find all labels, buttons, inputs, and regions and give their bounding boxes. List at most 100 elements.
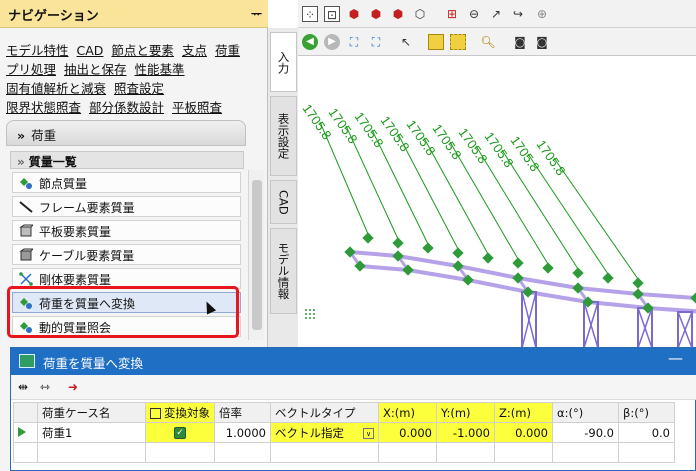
- load-to-mass-dialog: 荷重を質量へ変換 — ⇹ ⇿ ➜ 荷重ケース名 変換対象 倍率 ベクトルタイプ …: [10, 347, 696, 471]
- dialog-title: 荷重を質量へ変換: [43, 356, 144, 371]
- structure-model-drawing: 1705.81705.81705.81705.81705.81705.81705…: [300, 101, 696, 348]
- col-vector-type[interactable]: ベクトルタイプ: [270, 402, 379, 423]
- load-arrow: [527, 153, 609, 275]
- load-section-title: 荷重: [31, 128, 57, 143]
- camera-icon[interactable]: ◙: [512, 34, 528, 50]
- cell-beta[interactable]: 0.0: [618, 422, 675, 443]
- nav-item-cable-mass[interactable]: ケーブル要素質量: [12, 244, 241, 265]
- target-checkbox[interactable]: ✓: [174, 427, 186, 439]
- fit-columns-icon[interactable]: ⇹: [15, 379, 31, 395]
- nav-item-frame-mass[interactable]: フレーム要素質量: [12, 196, 241, 217]
- forward-icon[interactable]: ▶: [324, 34, 340, 50]
- select-node-icon[interactable]: ⛶: [346, 34, 362, 50]
- cell-vector-type[interactable]: ベクトル指定 ∨: [270, 422, 379, 443]
- menu-extract-save[interactable]: 抽出と保存: [64, 62, 127, 77]
- cell-load-case[interactable]: 荷重1: [37, 422, 146, 443]
- rotate-icon[interactable]: ↗: [488, 6, 504, 22]
- nav-item-label: 節点質量: [39, 177, 88, 191]
- menu-check-settings[interactable]: 照査設定: [114, 81, 164, 96]
- navigation-title-bar: ナビゲーション ᅲ: [0, 0, 268, 28]
- select-polygon-icon[interactable]: [450, 34, 466, 50]
- cell-y[interactable]: -1.000: [436, 422, 495, 443]
- cell-target[interactable]: ✓: [145, 422, 215, 443]
- fit-view-icon[interactable]: ⊡: [324, 6, 340, 22]
- top-view-icon[interactable]: ⬡: [412, 6, 428, 22]
- iso-view-icon[interactable]: ⬢: [346, 6, 362, 22]
- load-value-label: 1705.8: [404, 117, 439, 158]
- col-x[interactable]: X:(m): [378, 402, 437, 423]
- axis-grid-dot: [305, 317, 307, 319]
- dialog-title-bar: 荷重を質量へ変換 —: [11, 348, 696, 375]
- navigation-scrollbar[interactable]: [248, 170, 264, 340]
- axis-grid-dot: [309, 317, 311, 319]
- axis-grid-dot: [313, 317, 315, 319]
- mass-list-title: 質量一覧: [28, 155, 77, 169]
- model-viewport[interactable]: 1705.8 1705.8 1705.8 1705.8 1705.8 1705.8 1705…: [298, 56, 696, 348]
- side-view-icon[interactable]: ⬢: [390, 6, 406, 22]
- plate-mass-icon: [19, 224, 33, 237]
- menu-partial-factor-design[interactable]: 部分係数設計: [89, 100, 164, 115]
- tab-input[interactable]: 入力: [270, 32, 297, 92]
- load-value-labels: 1705.81705.81705.81705.81705.81705.81705…: [300, 101, 569, 178]
- pointer-icon[interactable]: ↖: [398, 34, 414, 50]
- pin-icon[interactable]: ᅲ: [251, 5, 262, 22]
- select-element-icon[interactable]: ⛶: [368, 34, 384, 50]
- dialog-app-icon: [19, 354, 35, 368]
- menu-cad[interactable]: CAD: [77, 43, 104, 58]
- dropdown-arrow-icon[interactable]: ∨: [363, 427, 374, 439]
- menu-limit-state-check[interactable]: 限界状態照査: [6, 100, 81, 115]
- col-beta[interactable]: β:(°): [618, 402, 675, 423]
- nav-item-label: フレーム要素質量: [39, 201, 135, 215]
- menu-model-properties[interactable]: モデル特性: [6, 43, 69, 58]
- col-alpha[interactable]: α:(°): [552, 402, 619, 423]
- node-mass-marker: [690, 292, 696, 304]
- cell-x[interactable]: 0.000: [378, 422, 437, 443]
- table-row: 荷重1 ✓ 1.0000 ベクトル指定 ∨ 0.000 -1.000 0.000 …: [13, 422, 675, 443]
- tab-display-settings[interactable]: 表示設定: [270, 96, 297, 176]
- menu-row-1: モデル特性 CAD 節点と要素 支点 荷重: [6, 40, 248, 59]
- node-mass-marker: [512, 257, 524, 269]
- pan-icon[interactable]: ↪: [510, 6, 526, 22]
- export-icon[interactable]: ➜: [65, 379, 81, 395]
- front-view-icon[interactable]: ⬢: [368, 6, 384, 22]
- zoom-out-icon[interactable]: ⊖: [466, 6, 482, 22]
- select-window-icon[interactable]: ⁘: [302, 6, 318, 22]
- menu-loads[interactable]: 荷重: [215, 43, 240, 58]
- cable-mass-icon: [19, 248, 33, 261]
- minimize-button[interactable]: —: [668, 349, 683, 367]
- col-load-case[interactable]: 荷重ケース名: [37, 402, 146, 423]
- camera-settings-icon[interactable]: ◙: [534, 34, 550, 50]
- load-value-label: 1705.8: [326, 105, 361, 146]
- cell-z[interactable]: 0.000: [494, 422, 553, 443]
- col-factor[interactable]: 倍率: [214, 402, 271, 423]
- col-y[interactable]: Y:(m): [436, 402, 495, 423]
- nav-item-plate-mass[interactable]: 平板要素質量: [12, 220, 241, 241]
- nav-item-node-mass[interactable]: 節点質量: [12, 172, 241, 193]
- node-mass-marker: [422, 242, 434, 254]
- menu-eigenvalue-damping[interactable]: 固有値解析と減衰: [6, 81, 106, 96]
- auto-width-icon[interactable]: ⇿: [37, 379, 53, 395]
- col-target[interactable]: 変換対象: [145, 402, 215, 423]
- select-box-icon[interactable]: [428, 34, 444, 50]
- menu-nodes-elements[interactable]: 節点と要素: [111, 43, 174, 58]
- cell-factor[interactable]: 1.0000: [214, 422, 271, 443]
- zoom-window-icon[interactable]: ⊞: [444, 6, 460, 22]
- search-icon[interactable]: 🔍︎: [480, 34, 496, 50]
- tab-model-info[interactable]: モデル情報: [270, 228, 297, 314]
- load-value-label: 1705.8: [430, 121, 465, 162]
- vertical-tab-strip: 入力 表示設定 CAD モデル情報: [268, 28, 298, 348]
- cell-alpha[interactable]: -90.0: [552, 422, 619, 443]
- tab-cad[interactable]: CAD: [270, 180, 297, 224]
- node-mass-marker: [452, 247, 464, 259]
- menu-preprocessing[interactable]: プリ処理: [6, 62, 56, 77]
- orbit-icon[interactable]: ⊕: [534, 6, 550, 22]
- col-z[interactable]: Z:(m): [494, 402, 553, 423]
- back-icon[interactable]: ◀: [302, 34, 318, 50]
- menu-supports[interactable]: 支点: [182, 43, 207, 58]
- menu-plate-check[interactable]: 平板照査: [172, 100, 222, 115]
- mass-list-header[interactable]: » 質量一覧: [10, 151, 244, 169]
- scrollbar-thumb[interactable]: [252, 180, 262, 330]
- load-section-header[interactable]: » 荷重: [6, 120, 246, 146]
- view-toolbar-bottom: ◀ ▶ ⛶ ⛶ ↖ 🔍︎ ◙ ◙: [298, 28, 696, 56]
- menu-performance-criteria[interactable]: 性能基準: [135, 62, 185, 77]
